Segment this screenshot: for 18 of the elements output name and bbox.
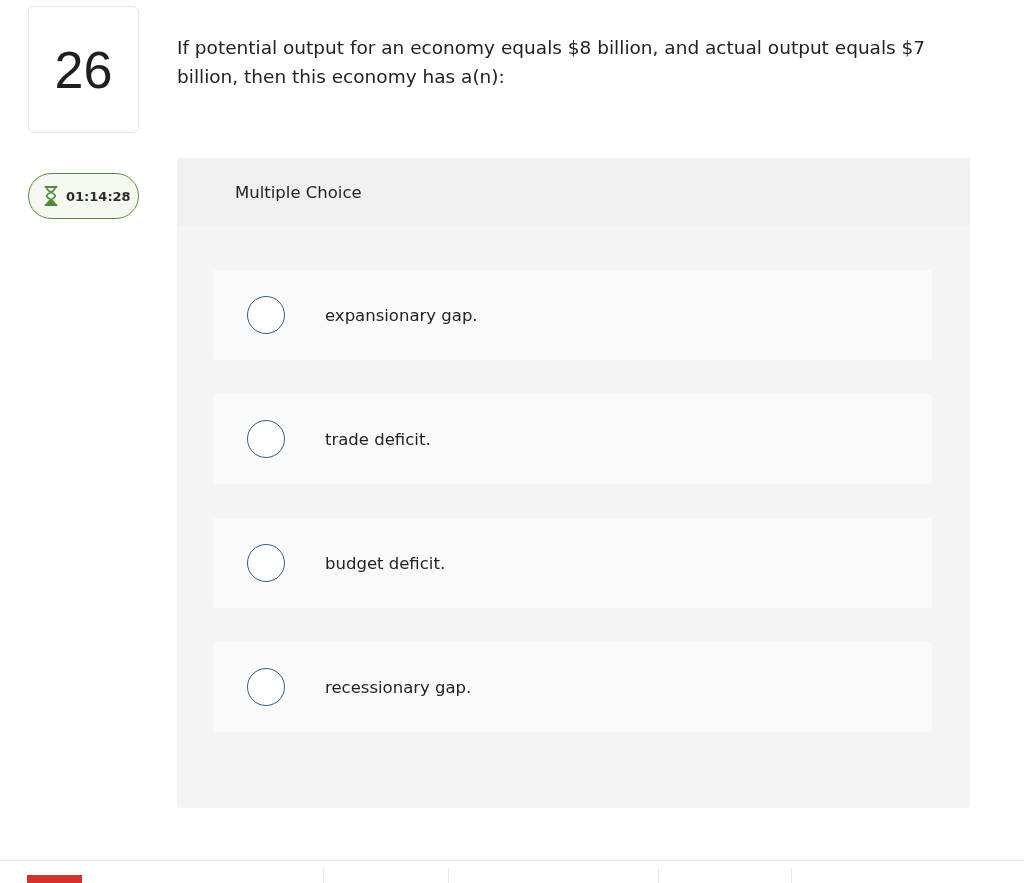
- radio-button[interactable]: [247, 420, 285, 458]
- question-number: 26: [28, 6, 139, 133]
- radio-button[interactable]: [247, 668, 285, 706]
- logo-icon: [27, 875, 82, 883]
- option-label: trade deficit.: [325, 429, 431, 449]
- timer-text: 01:14:28: [66, 188, 131, 204]
- question-text: If potential output for an economy equals $8 billion, and actual output equals $7 billion, then this economy has a(n):: [177, 36, 927, 89]
- radio-button[interactable]: [247, 544, 285, 582]
- radio-button[interactable]: [247, 296, 285, 334]
- option-label: expansionary gap.: [325, 305, 478, 325]
- option-label: recessionary gap.: [325, 677, 472, 697]
- question-type-label: Multiple Choice: [235, 182, 362, 202]
- answer-option[interactable]: expansionary gap.: [213, 270, 932, 360]
- answer-option[interactable]: trade deficit.: [213, 394, 932, 484]
- option-label: budget deficit.: [325, 553, 446, 573]
- answer-option[interactable]: recessionary gap.: [213, 642, 932, 732]
- hourglass-icon: [44, 186, 58, 206]
- answer-option[interactable]: budget deficit.: [213, 518, 932, 608]
